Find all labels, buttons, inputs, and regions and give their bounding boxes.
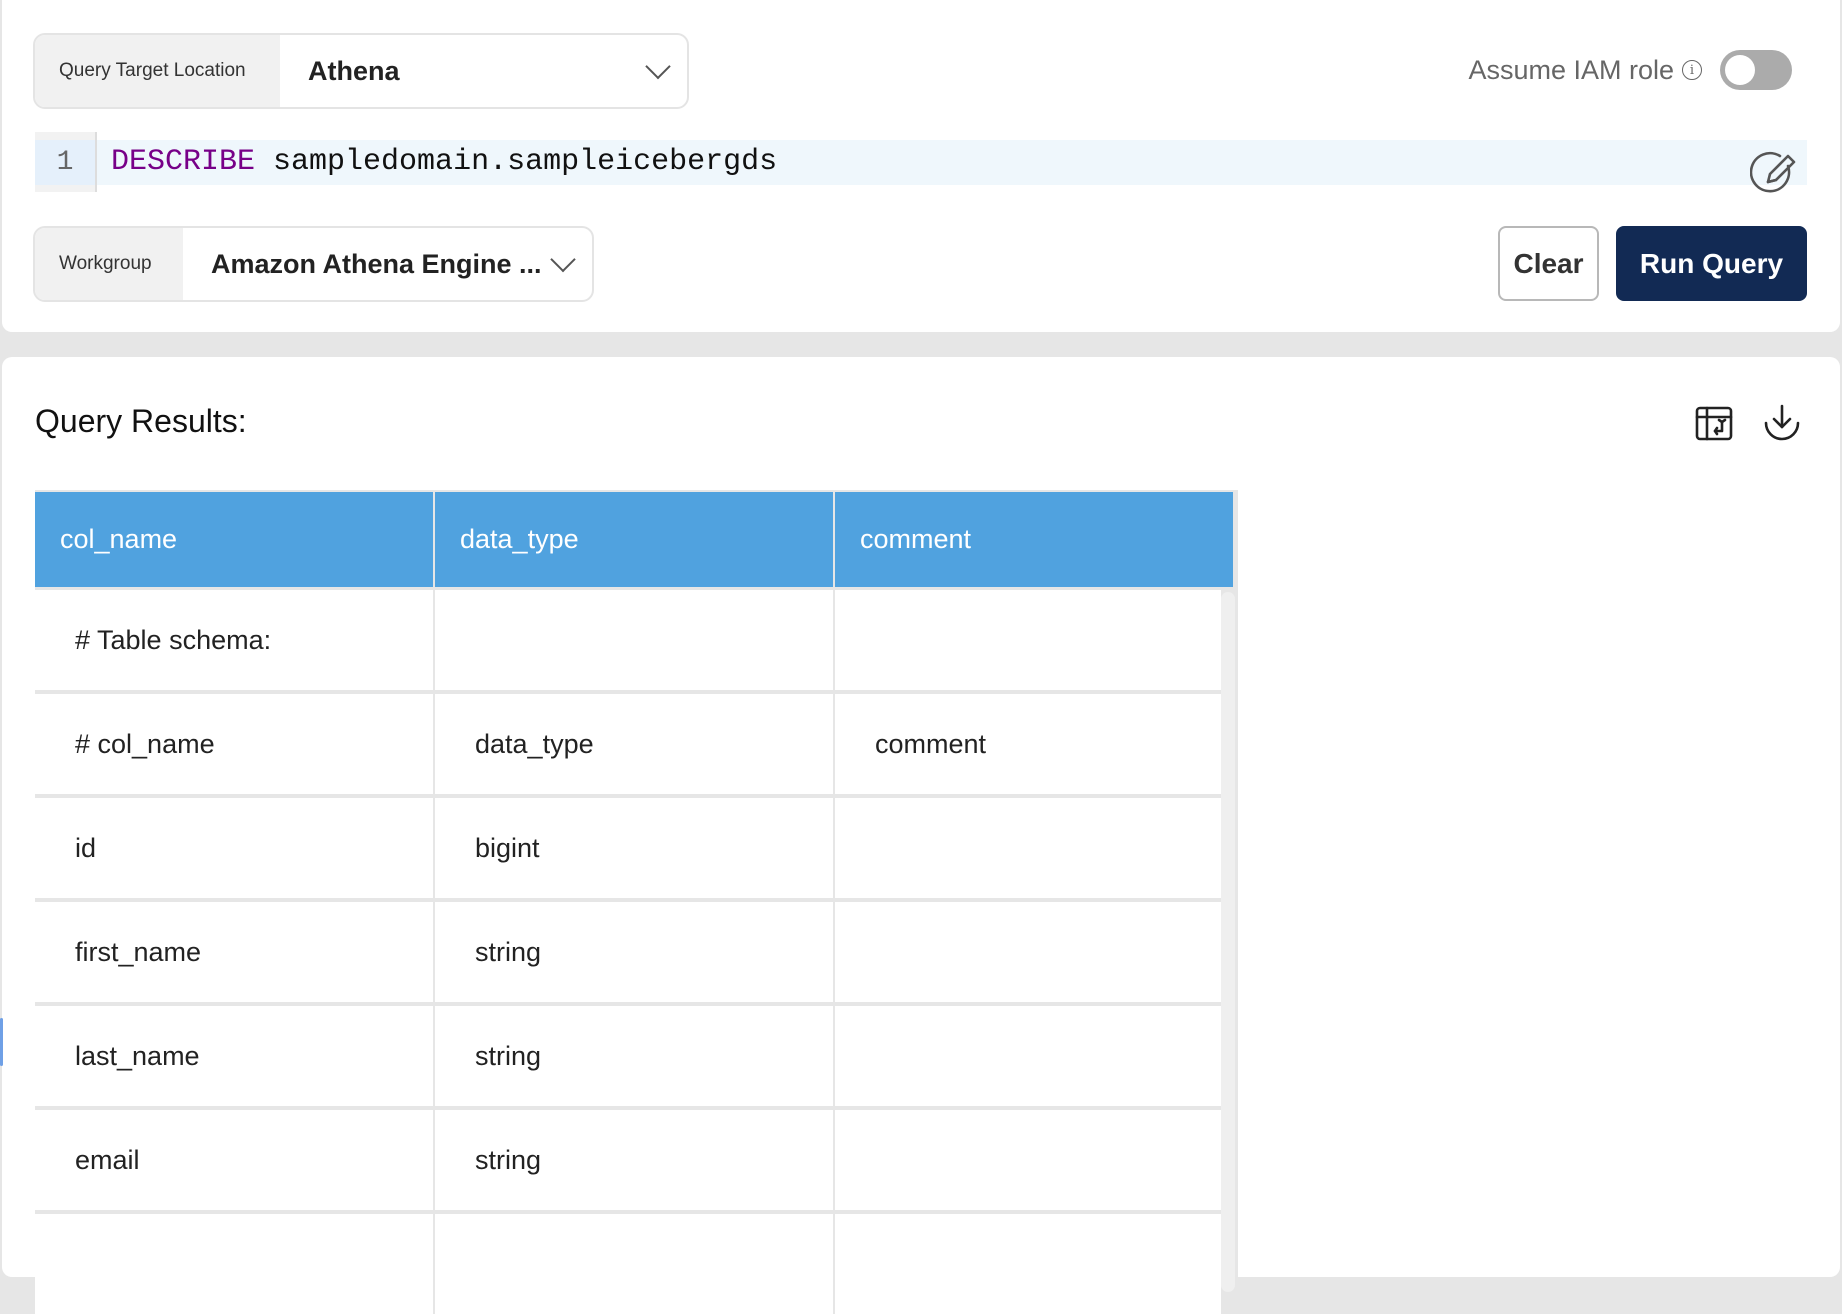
query-target-location-text: Athena	[308, 55, 400, 86]
sql-keyword: DESCRIBE	[111, 145, 256, 179]
table-cell	[835, 1214, 1221, 1314]
table-cell: email	[35, 1110, 433, 1210]
workgroup-value[interactable]: Amazon Athena Engine ...	[183, 228, 592, 300]
workgroup-label: Workgroup	[35, 228, 183, 300]
table-row: email string	[35, 1110, 1221, 1210]
edit-pencil-icon[interactable]	[1750, 148, 1798, 196]
table-cell: string	[435, 902, 833, 1002]
download-icon[interactable]	[1762, 403, 1802, 443]
query-target-location-select[interactable]: Query Target Location Athena	[33, 33, 689, 109]
table-cell	[835, 902, 1221, 1002]
table-row: last_name string	[35, 1006, 1221, 1106]
table-cell	[835, 1110, 1221, 1210]
editor-gutter: 1	[35, 132, 97, 192]
table-cell	[435, 590, 833, 690]
table-cell: # Table schema:	[35, 590, 433, 690]
table-cell	[35, 1214, 433, 1314]
clear-button[interactable]: Clear	[1498, 226, 1599, 301]
table-cell	[835, 590, 1221, 690]
assume-iam-role: Assume IAM role i	[1468, 50, 1702, 90]
table-cell: last_name	[35, 1006, 433, 1106]
info-icon[interactable]: i	[1682, 60, 1702, 80]
table-cell: string	[435, 1006, 833, 1106]
assume-iam-role-toggle[interactable]	[1720, 50, 1792, 90]
side-panel-handle[interactable]	[0, 1018, 3, 1066]
column-header[interactable]: col_name	[35, 492, 433, 587]
table-cell: string	[435, 1110, 833, 1210]
chevron-down-icon[interactable]	[645, 53, 671, 80]
table-cell: id	[35, 798, 433, 898]
pivot-table-icon[interactable]	[1695, 405, 1733, 443]
table-row: first_name string	[35, 902, 1221, 1002]
table-header-row: col_name data_type comment	[35, 492, 1233, 587]
table-cell: data_type	[435, 694, 833, 794]
table-cell: # col_name	[35, 694, 433, 794]
workgroup-text: Amazon Athena Engine ...	[211, 248, 542, 279]
table-scrollbar[interactable]	[1221, 592, 1235, 1292]
table-row	[35, 1214, 1221, 1314]
table-cell: bigint	[435, 798, 833, 898]
toggle-knob	[1725, 55, 1755, 85]
column-header[interactable]: comment	[835, 492, 1233, 587]
table-cell: comment	[835, 694, 1221, 794]
results-table: col_name data_type comment # Table schem…	[35, 490, 1238, 1314]
sql-text: sampledomain.sampleicebergds	[255, 145, 778, 179]
workgroup-select[interactable]: Workgroup Amazon Athena Engine ...	[33, 226, 594, 302]
table-cell	[835, 1006, 1221, 1106]
query-target-location-label: Query Target Location	[35, 35, 280, 107]
table-row: # Table schema:	[35, 590, 1221, 690]
table-cell: first_name	[35, 902, 433, 1002]
table-row: # col_name data_type comment	[35, 694, 1221, 794]
sql-code-line[interactable]: DESCRIBE sampledomain.sampleicebergds	[111, 140, 777, 185]
run-query-button[interactable]: Run Query	[1616, 226, 1807, 301]
chevron-down-icon[interactable]	[550, 246, 576, 273]
table-cell	[835, 798, 1221, 898]
line-number: 1	[35, 140, 95, 185]
column-header[interactable]: data_type	[435, 492, 833, 587]
query-target-location-value[interactable]: Athena	[280, 35, 687, 107]
table-cell	[435, 1214, 833, 1314]
query-results-title: Query Results:	[35, 403, 247, 439]
table-row: id bigint	[35, 798, 1221, 898]
assume-iam-role-label: Assume IAM role	[1468, 54, 1674, 85]
